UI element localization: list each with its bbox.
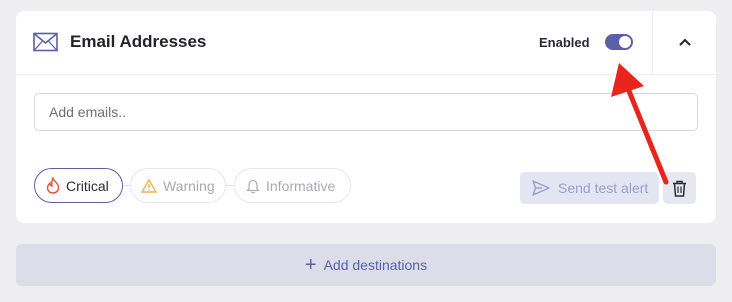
card-title: Email Addresses bbox=[70, 32, 207, 51]
chip-connector bbox=[123, 185, 130, 186]
warning-label: Warning bbox=[163, 177, 215, 194]
email-input[interactable] bbox=[34, 93, 698, 131]
informative-label: Informative bbox=[266, 177, 336, 194]
plus-icon: + bbox=[304, 254, 317, 276]
delete-button[interactable] bbox=[663, 172, 696, 204]
mail-icon bbox=[33, 32, 58, 52]
send-test-alert-button[interactable]: Send test alert bbox=[520, 172, 659, 204]
email-destination-card: Email Addresses Enabled Critical Warning… bbox=[16, 11, 716, 223]
severity-critical-chip[interactable]: Critical bbox=[34, 168, 123, 203]
bell-icon bbox=[246, 179, 260, 193]
severity-informative-chip[interactable]: Informative bbox=[234, 168, 351, 203]
add-destinations-label: Add destinations bbox=[323, 257, 428, 273]
chevron-up-icon[interactable] bbox=[677, 36, 693, 48]
trash-icon bbox=[673, 180, 686, 197]
send-test-alert-label: Send test alert bbox=[558, 180, 649, 196]
toggle-knob bbox=[619, 36, 631, 48]
add-destinations-button[interactable]: + Add destinations bbox=[16, 244, 716, 286]
card-header: Email Addresses Enabled bbox=[16, 11, 716, 75]
enabled-toggle[interactable] bbox=[605, 34, 633, 50]
send-icon bbox=[532, 180, 550, 196]
critical-label: Critical bbox=[66, 177, 109, 194]
header-divider bbox=[652, 11, 653, 74]
fire-icon bbox=[46, 177, 60, 194]
warning-triangle-icon bbox=[141, 178, 157, 193]
enabled-label: Enabled bbox=[539, 35, 590, 50]
severity-warning-chip[interactable]: Warning bbox=[130, 168, 226, 203]
chip-connector bbox=[226, 185, 234, 186]
